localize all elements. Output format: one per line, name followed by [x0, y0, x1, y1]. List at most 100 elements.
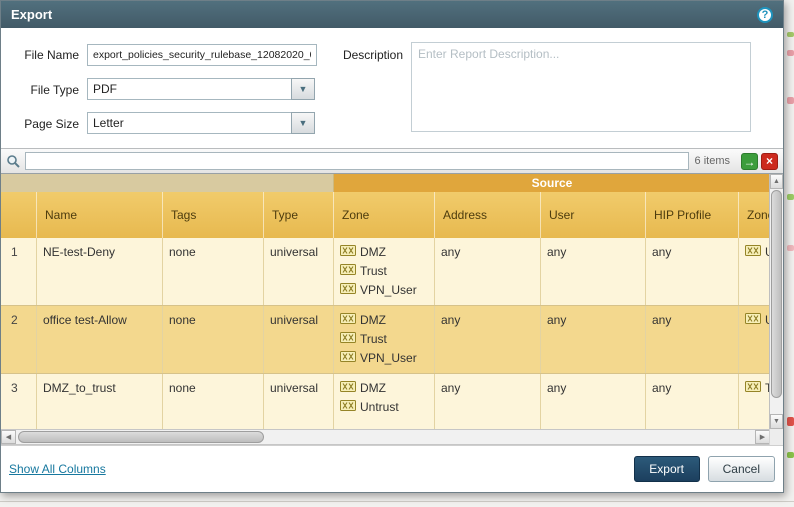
column-header-number[interactable]: [1, 192, 37, 238]
column-header-type[interactable]: Type: [264, 192, 334, 238]
cell-user: any: [541, 306, 646, 373]
cell-zone-dest: U: [739, 238, 770, 305]
chevron-down-icon[interactable]: ▼: [291, 112, 315, 134]
column-header-user[interactable]: User: [541, 192, 646, 238]
table-row[interactable]: 2 office test-Allow none universal DMZ T…: [1, 306, 770, 374]
export-button[interactable]: Export: [634, 456, 700, 482]
page-divider: [0, 501, 794, 502]
zone-icon: [340, 398, 356, 417]
zone-name: Trust: [360, 330, 387, 349]
group-header-spacer: [1, 174, 334, 192]
column-header-hip-profile[interactable]: HIP Profile: [646, 192, 739, 238]
file-type-select[interactable]: ▼: [87, 78, 315, 100]
scroll-left-icon[interactable]: ◀: [1, 430, 16, 444]
zone-icon: [745, 311, 761, 330]
cell-user: any: [541, 238, 646, 305]
zone-icon: [340, 379, 356, 398]
column-header-tags[interactable]: Tags: [163, 192, 264, 238]
file-type-label: File Type: [7, 83, 79, 97]
table-row[interactable]: 3 DMZ_to_trust none universal DMZ Untrus…: [1, 374, 770, 429]
column-header-zone-dest[interactable]: Zone: [739, 192, 770, 238]
column-header-zone[interactable]: Zone: [334, 192, 435, 238]
apply-filter-icon[interactable]: →: [741, 153, 758, 170]
show-all-columns-link[interactable]: Show All Columns: [9, 462, 106, 476]
search-icon: [6, 154, 21, 169]
cell-zones: DMZ Trust VPN_User: [334, 238, 435, 305]
cell-hip-profile: any: [646, 306, 739, 373]
cell-zones: DMZ Trust VPN_User: [334, 306, 435, 373]
cell-user: any: [541, 374, 646, 429]
cell-name: office test-Allow: [37, 306, 163, 373]
background-artifact: [787, 452, 794, 458]
file-name-input[interactable]: [87, 44, 317, 66]
export-dialog: Export ? File Name Description File Type…: [0, 0, 784, 493]
column-header-address[interactable]: Address: [435, 192, 541, 238]
footer-buttons: Export Cancel: [634, 456, 775, 482]
horizontal-scroll-thumb[interactable]: [18, 431, 264, 443]
dialog-title: Export: [11, 7, 52, 22]
scroll-down-icon[interactable]: ▼: [770, 414, 783, 429]
zone-name: VPN_User: [360, 281, 417, 300]
clear-filter-icon[interactable]: ×: [761, 153, 778, 170]
background-artifact: [787, 97, 794, 104]
file-type-value[interactable]: [87, 78, 291, 100]
cell-hip-profile: any: [646, 238, 739, 305]
vertical-scrollbar[interactable]: ▲ ▼: [769, 174, 783, 429]
cell-tags: none: [163, 306, 264, 373]
chevron-down-icon[interactable]: ▼: [291, 78, 315, 100]
zone-icon: [340, 243, 356, 262]
page-size-select[interactable]: ▼: [87, 112, 315, 134]
scroll-right-icon[interactable]: ▶: [755, 430, 770, 444]
items-count: 6 items: [695, 155, 730, 167]
row-number: 3: [1, 374, 37, 429]
cell-zone-dest: U: [739, 306, 770, 373]
cell-tags: none: [163, 374, 264, 429]
group-header-source: Source: [334, 174, 770, 192]
filter-input[interactable]: [25, 152, 689, 170]
zone-name: VPN_User: [360, 349, 417, 368]
cell-zone-dest: T: [739, 374, 770, 429]
zone-name: Untrust: [360, 398, 399, 417]
cell-address: any: [435, 238, 541, 305]
zone-name: DMZ: [360, 379, 386, 398]
horizontal-scrollbar[interactable]: ◀ ▶: [1, 429, 770, 445]
background-artifact: [787, 32, 794, 37]
table-row[interactable]: 1 NE-test-Deny none universal DMZ Trust …: [1, 238, 770, 306]
cancel-button[interactable]: Cancel: [708, 456, 775, 482]
row-number: 2: [1, 306, 37, 373]
filter-bar: 6 items → ×: [1, 148, 783, 174]
scrollbar-corner: [769, 429, 783, 445]
dialog-footer: Show All Columns Export Cancel: [1, 445, 783, 492]
description-input[interactable]: [411, 42, 751, 132]
page-size-value[interactable]: [87, 112, 291, 134]
cell-address: any: [435, 374, 541, 429]
zone-icon: [340, 311, 356, 330]
zone-icon: [340, 281, 356, 300]
scroll-up-icon[interactable]: ▲: [770, 174, 783, 189]
background-artifact: [787, 245, 794, 251]
screen: Export ? File Name Description File Type…: [0, 0, 794, 507]
cell-zones: DMZ Untrust: [334, 374, 435, 429]
cell-name: NE-test-Deny: [37, 238, 163, 305]
help-icon[interactable]: ?: [757, 7, 773, 23]
cell-name: DMZ_to_trust: [37, 374, 163, 429]
background-artifact: [787, 194, 794, 200]
export-form: File Name Description File Type ▼ Page S…: [1, 28, 783, 148]
zone-name: Trust: [360, 262, 387, 281]
rules-table: Source Name Tags Type Zone Address User …: [1, 174, 770, 429]
zone-icon: [745, 243, 761, 262]
column-header-name[interactable]: Name: [37, 192, 163, 238]
cell-type: universal: [264, 306, 334, 373]
background-artifact: [787, 50, 794, 56]
zone-name: DMZ: [360, 311, 386, 330]
cell-tags: none: [163, 238, 264, 305]
dialog-titlebar: Export ?: [1, 1, 783, 28]
group-header-row: Source: [1, 174, 770, 192]
cell-hip-profile: any: [646, 374, 739, 429]
cell-type: universal: [264, 374, 334, 429]
background-artifact: [787, 417, 794, 426]
zone-name: DMZ: [360, 243, 386, 262]
page-size-label: Page Size: [7, 117, 79, 131]
vertical-scroll-thumb[interactable]: [771, 190, 782, 398]
description-label: Description: [335, 48, 403, 62]
